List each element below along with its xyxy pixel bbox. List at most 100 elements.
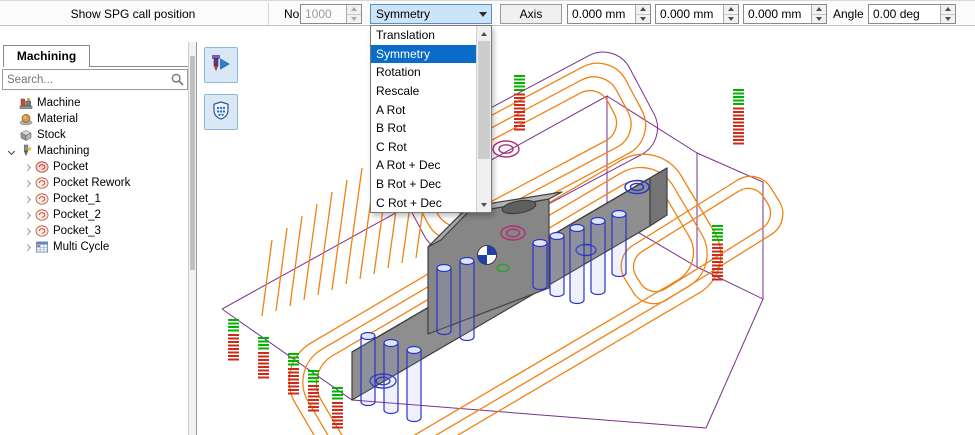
show-spg-call-position-button[interactable]: Show SPG call position [0,4,266,24]
sidebar-scrollbar[interactable] [188,42,196,435]
tree-label: Pocket Rework [53,177,130,189]
machining-icon [18,144,33,158]
search-input[interactable] [3,74,167,86]
tab-strip [90,66,188,67]
pocket-icon [34,192,49,206]
tree-item-pocket[interactable]: Pocket [0,159,187,175]
chevron-collapsed-icon[interactable] [20,197,34,202]
multicycle-icon [34,240,49,254]
spg-run-icon [210,53,232,78]
protection-button[interactable] [204,94,238,130]
angle-spinner[interactable] [940,5,955,23]
arrow-down-icon[interactable] [636,14,650,24]
dy-value[interactable]: 0.000 mm [656,5,723,23]
top-toolbar: Show SPG call position No 1000 Symmetry … [0,0,975,26]
sidebar-scrollbar-thumb[interactable] [190,56,195,270]
chevron-down-icon[interactable] [474,12,491,17]
machining-tree: Machine Material Stock [0,95,187,255]
tree-item-multi-cycle[interactable]: Multi Cycle [0,239,187,255]
chevron-collapsed-icon[interactable] [20,181,34,186]
dx-spinner[interactable] [635,5,650,23]
tree-item-pocket-1[interactable]: Pocket_1 [0,191,187,207]
pocket-icon [34,224,49,238]
dropdown-scrollbar[interactable] [476,26,491,212]
dropdown-item-c-rot-dec[interactable]: C Rot + Dec [371,193,476,212]
dropdown-item-rotation[interactable]: Rotation [371,63,476,82]
arrow-down-icon[interactable] [941,14,955,24]
spg-number-spinner [346,5,361,23]
dropdown-item-c-rot[interactable]: C Rot [371,138,476,157]
dy-input[interactable]: 0.000 mm [655,4,739,24]
dropdown-item-rescale[interactable]: Rescale [371,82,476,101]
dx-input[interactable]: 0.000 mm [567,4,651,24]
angle-value[interactable]: 0.00 deg [869,5,940,23]
dy-spinner[interactable] [723,5,738,23]
tree-label: Machine [37,97,80,109]
tree-item-machining[interactable]: Machining [0,143,187,159]
angle-label: Angle [833,4,864,24]
tree-label: Pocket_2 [53,209,101,221]
tree-item-material[interactable]: Material [0,111,187,127]
machining-sidebar: Machining Machine [0,42,197,435]
dz-value[interactable]: 0.000 mm [744,5,811,23]
dx-value[interactable]: 0.000 mm [568,5,635,23]
transform-type-select[interactable]: Symmetry [370,4,492,24]
pocket-icon [34,160,49,174]
tree-label: Pocket_1 [53,193,101,205]
pocket-icon [34,176,49,190]
axis-button[interactable]: Axis [500,4,562,24]
chevron-collapsed-icon[interactable] [20,213,34,218]
tree-item-pocket-3[interactable]: Pocket_3 [0,223,187,239]
tree-label: Material [37,113,78,125]
arrow-up-icon[interactable] [812,5,826,14]
arrow-up-icon[interactable] [636,5,650,14]
toolbar-separator [268,3,269,25]
arrow-down-icon[interactable] [724,14,738,24]
chevron-collapsed-icon[interactable] [20,229,34,234]
dropdown-item-b-rot[interactable]: B Rot [371,119,476,138]
chevron-collapsed-icon[interactable] [20,245,34,250]
tab-machining[interactable]: Machining [3,45,90,67]
origin-marker [478,246,497,265]
dropdown-item-a-rot[interactable]: A Rot [371,100,476,119]
3d-viewport[interactable] [197,26,975,435]
no-label: No [284,4,299,24]
transform-type-dropdown: Translation Symmetry Rotation Rescale A … [370,25,492,213]
search-box[interactable] [2,69,188,90]
dropdown-item-list: Translation Symmetry Rotation Rescale A … [371,26,476,212]
arrow-down-icon[interactable] [812,14,826,24]
dropdown-item-b-rot-dec[interactable]: B Rot + Dec [371,175,476,194]
tree-item-pocket-rework[interactable]: Pocket Rework [0,175,187,191]
arrow-down-icon [347,14,361,24]
tree-item-stock[interactable]: Stock [0,127,187,143]
scrollbar-track[interactable] [477,41,491,197]
dropdown-item-a-rot-dec[interactable]: A Rot + Dec [371,156,476,175]
scroll-down-icon[interactable] [477,197,491,212]
dropdown-item-symmetry[interactable]: Symmetry [371,45,476,64]
tree-label: Machining [37,145,89,157]
arrow-up-icon [347,5,361,14]
tree-label: Stock [37,129,66,141]
scrollbar-thumb[interactable] [478,41,490,159]
tree-item-machine[interactable]: Machine [0,95,187,111]
arrow-up-icon[interactable] [941,5,955,14]
dz-spinner[interactable] [811,5,826,23]
dz-input[interactable]: 0.000 mm [743,4,827,24]
material-icon [18,112,33,126]
transform-type-value: Symmetry [371,5,474,23]
dropdown-item-translation[interactable]: Translation [371,26,476,45]
spg-number-value: 1000 [301,5,346,23]
chevron-collapsed-icon[interactable] [20,165,34,170]
pocket-icon [34,208,49,222]
tree-label: Pocket [53,161,88,173]
shield-dots-icon [210,100,232,125]
spg-run-button[interactable] [204,47,238,83]
tree-item-pocket-2[interactable]: Pocket_2 [0,207,187,223]
chevron-expanded-icon[interactable] [4,149,18,154]
scroll-up-icon[interactable] [477,26,491,41]
angle-input[interactable]: 0.00 deg [868,4,956,24]
tree-label: Multi Cycle [53,241,109,253]
tree-label: Pocket_3 [53,225,101,237]
arrow-up-icon[interactable] [724,5,738,14]
search-icon[interactable] [167,73,187,86]
